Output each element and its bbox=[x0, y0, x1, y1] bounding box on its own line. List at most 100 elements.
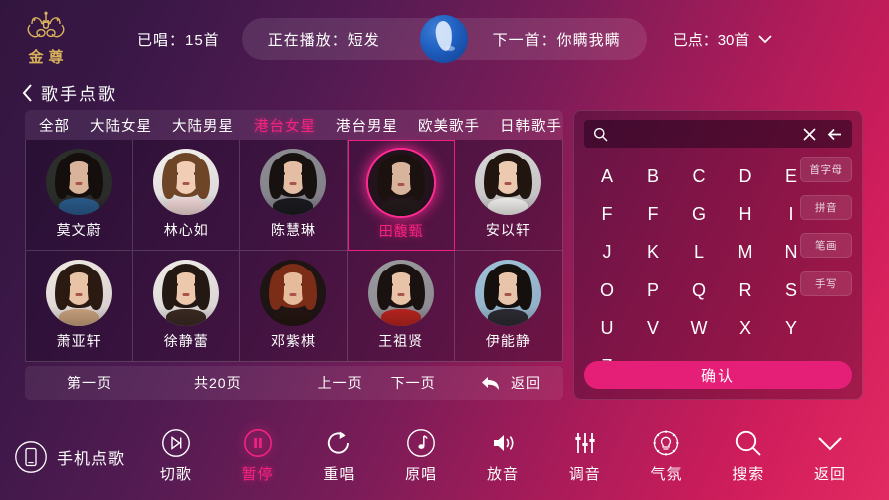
key-l-22[interactable]: L bbox=[676, 242, 722, 263]
artist-cell[interactable]: 王祖贤 bbox=[348, 250, 455, 361]
pagination-bar: 第一页 共20页 上一页 下一页 返回 bbox=[25, 366, 563, 400]
artist-cell[interactable]: 林心如 bbox=[133, 140, 241, 251]
ordered-count-button[interactable]: 已点：30首 bbox=[673, 29, 773, 50]
key-w-42[interactable]: W bbox=[676, 318, 722, 339]
now-playing-pill[interactable]: 正在播放：短发 下一首：你瞒我瞒 bbox=[241, 15, 647, 63]
artist-name: 林心如 bbox=[163, 222, 209, 239]
key-u-40[interactable]: U bbox=[584, 318, 630, 339]
artist-panel: 全部 大陆女星 大陆男星 港台女星 港台男星 欧美歌手 日韩歌手 莫文蔚 林心如 陈慧琳 田馥甄 安… bbox=[25, 110, 563, 400]
tab-0[interactable]: 全部 bbox=[39, 115, 70, 136]
artist-cell[interactable]: 莫文蔚 bbox=[26, 140, 134, 251]
prev-page-button[interactable]: 上一页 bbox=[318, 373, 363, 393]
input-mode-button-0[interactable]: 首字母 bbox=[800, 157, 852, 182]
key-r-33[interactable]: R bbox=[722, 280, 768, 301]
search-input[interactable] bbox=[616, 126, 793, 142]
key-k-21[interactable]: K bbox=[630, 242, 676, 263]
breadcrumb[interactable]: 歌手点歌 bbox=[22, 80, 117, 105]
confirm-button[interactable]: 确认 bbox=[584, 361, 852, 389]
category-tabs: 全部 大陆女星 大陆男星 港台女星 港台男星 欧美歌手 日韩歌手 bbox=[25, 110, 563, 140]
key-a-00[interactable]: A bbox=[584, 166, 630, 187]
tool-button-equalizer[interactable]: 调音 bbox=[553, 430, 617, 484]
phone-order-button[interactable]: 手机点歌 bbox=[14, 440, 125, 474]
artist-cell[interactable]: 邓紫棋 bbox=[240, 250, 348, 361]
first-page-button[interactable]: 第一页 bbox=[67, 373, 112, 393]
artist-cell[interactable]: 田馥甄 bbox=[347, 140, 455, 251]
tab-4[interactable]: 港台男星 bbox=[336, 115, 398, 136]
key-o-30[interactable]: O bbox=[584, 280, 630, 301]
search-icon bbox=[733, 430, 763, 458]
keyboard-row: UVWXY bbox=[584, 309, 852, 347]
key-x-43[interactable]: X bbox=[722, 318, 768, 339]
input-mode-button-1[interactable]: 拼音 bbox=[800, 195, 852, 220]
input-mode-button-2[interactable]: 笔画 bbox=[800, 233, 852, 258]
light-bulb-icon bbox=[651, 430, 681, 458]
avatar bbox=[260, 260, 327, 327]
tab-1[interactable]: 大陆女星 bbox=[90, 115, 152, 136]
equalizer-icon bbox=[570, 430, 600, 458]
volume-icon bbox=[488, 430, 518, 458]
key-m-23[interactable]: M bbox=[722, 242, 768, 263]
phone-order-icon bbox=[15, 441, 47, 473]
brand-logo: 金尊 bbox=[0, 0, 92, 78]
artist-name: 王祖贤 bbox=[378, 333, 424, 350]
avatar bbox=[46, 149, 113, 216]
key-h-13[interactable]: H bbox=[722, 204, 768, 225]
key-v-41[interactable]: V bbox=[630, 318, 676, 339]
input-mode-buttons: 首字母 拼音 笔画 手写 bbox=[800, 157, 852, 309]
tool-label: 暂停 bbox=[241, 466, 274, 483]
artist-cell[interactable]: 陈慧琳 bbox=[240, 140, 348, 251]
tool-label: 重唱 bbox=[323, 466, 356, 483]
artist-name: 邓紫棋 bbox=[270, 333, 316, 350]
key-f-11[interactable]: F bbox=[630, 204, 676, 225]
key-g-12[interactable]: G bbox=[676, 204, 722, 225]
artist-cell[interactable]: 伊能静 bbox=[455, 251, 562, 362]
key-d-03[interactable]: D bbox=[722, 166, 768, 187]
tab-3[interactable]: 港台女星 bbox=[254, 115, 316, 136]
key-f-10[interactable]: F bbox=[584, 204, 630, 225]
tab-2[interactable]: 大陆男星 bbox=[172, 115, 234, 136]
top-header: 金尊 已唱：15首 正在播放：短发 下一首：你瞒我瞒 已点：30首 bbox=[0, 0, 889, 78]
avatar bbox=[475, 260, 542, 327]
tool-button-pause[interactable]: 暂停 bbox=[226, 429, 290, 484]
return-button[interactable]: 返回 bbox=[480, 373, 541, 393]
chevron-down-icon bbox=[758, 34, 772, 43]
tool-button-replay[interactable]: 重唱 bbox=[307, 430, 371, 484]
close-x-icon[interactable] bbox=[801, 126, 818, 143]
avatar bbox=[367, 260, 434, 327]
backspace-arrow-icon[interactable] bbox=[826, 126, 843, 143]
next-page-button[interactable]: 下一页 bbox=[391, 373, 436, 393]
karaoke-app: 金尊 已唱：15首 正在播放：短发 下一首：你瞒我瞒 已点：30首 歌手点歌 全… bbox=[0, 0, 889, 500]
letter-keyboard: ABCDEFFGHIJKLMNOPQRSUVWXYZ首字母拼音笔画手写 bbox=[584, 157, 852, 385]
avatar bbox=[260, 149, 327, 216]
tool-label: 搜索 bbox=[732, 466, 765, 483]
tool-label: 返回 bbox=[814, 466, 847, 483]
input-mode-button-3[interactable]: 手写 bbox=[800, 271, 852, 296]
key-c-02[interactable]: C bbox=[676, 166, 722, 187]
tool-button-chevron-down[interactable]: 返回 bbox=[798, 430, 862, 484]
artist-cell[interactable]: 徐静蕾 bbox=[133, 250, 241, 361]
tab-5[interactable]: 欧美歌手 bbox=[418, 115, 480, 136]
key-j-20[interactable]: J bbox=[584, 242, 630, 263]
artist-name: 陈慧琳 bbox=[270, 222, 316, 239]
artist-cell[interactable]: 萧亚轩 bbox=[26, 250, 134, 361]
tab-6[interactable]: 日韩歌手 bbox=[500, 115, 562, 136]
sung-count: 已唱：15首 bbox=[137, 31, 220, 49]
search-icon bbox=[594, 127, 608, 141]
tool-button-volume[interactable]: 放音 bbox=[471, 430, 535, 484]
phone-order-label: 手机点歌 bbox=[57, 451, 126, 468]
tool-button-light-bulb[interactable]: 气氛 bbox=[634, 430, 698, 484]
key-q-32[interactable]: Q bbox=[676, 280, 722, 301]
key-p-31[interactable]: P bbox=[630, 280, 676, 301]
tool-label: 切歌 bbox=[159, 466, 192, 483]
artist-name: 莫文蔚 bbox=[56, 222, 102, 239]
tool-button-music-note[interactable]: 原唱 bbox=[389, 429, 453, 484]
tool-button-skip-next[interactable]: 切歌 bbox=[144, 429, 208, 484]
key-b-01[interactable]: B bbox=[630, 166, 676, 187]
tool-button-search[interactable]: 搜索 bbox=[716, 430, 780, 484]
avatar bbox=[368, 149, 435, 216]
artist-cell[interactable]: 安以轩 bbox=[454, 140, 562, 251]
now-playing-label: 正在播放：短发 bbox=[267, 31, 380, 49]
key-y-44[interactable]: Y bbox=[768, 318, 814, 339]
search-bar bbox=[584, 120, 852, 148]
tool-label: 原唱 bbox=[405, 466, 438, 483]
